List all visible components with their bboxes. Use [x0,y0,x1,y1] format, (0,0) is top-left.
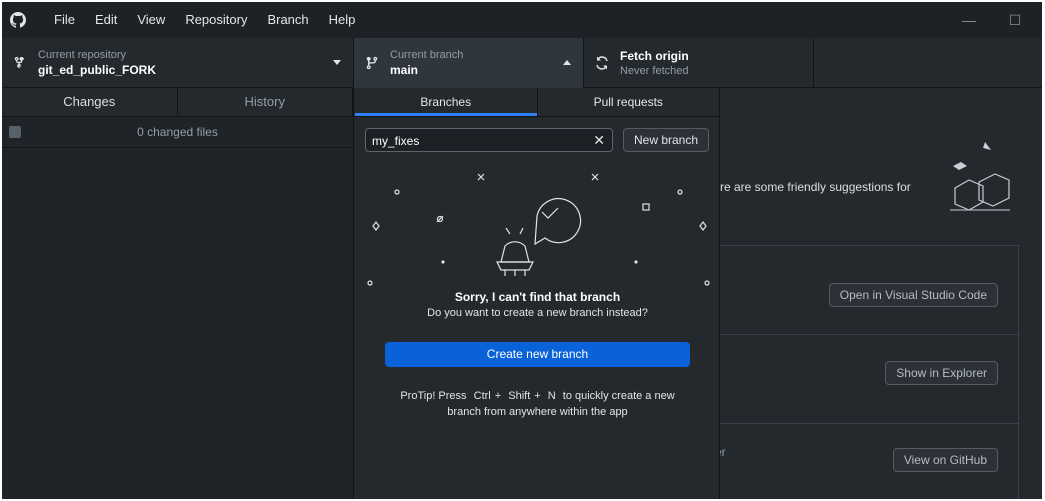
menu-view[interactable]: View [127,2,175,38]
app-window: File Edit View Repository Branch Help — … [2,2,1042,499]
fetch-status: Never fetched [620,65,689,77]
sidebar: Changes History 0 changed files [2,88,354,499]
fetch-title: Fetch origin [620,49,689,63]
protip-middle: to quickly create a new [562,390,675,402]
boxes-illustration-icon [950,142,1010,211]
protip-prefix: ProTip! Press [400,390,467,402]
protip-line2: branch from anywhere within the app [447,406,628,418]
menu-edit[interactable]: Edit [85,2,127,38]
menu-help[interactable]: Help [319,2,366,38]
popover-tabs: Branches Pull requests [355,88,719,117]
open-vscode-button[interactable]: Open in Visual Studio Code [828,283,998,307]
sync-icon [594,55,610,71]
github-logo-icon [10,12,26,28]
branch-filter-row: my_fixes ✕ New branch [365,128,710,154]
show-explorer-button[interactable]: Show in Explorer [885,361,998,385]
kbd-n: N [547,390,556,402]
changes-header: 0 changed files [2,117,353,148]
branch-icon [364,55,380,71]
protip: ProTip! Press Ctrl + Shift + N to quickly … [355,388,720,420]
suggestions-panel: Open in Visual Studio Code Show in Explo… [715,245,1019,499]
sidebar-tabs: Changes History [2,88,353,117]
empty-state-title: Sorry, I can't find that branch [454,290,621,304]
view-github-button[interactable]: View on GitHub [892,448,998,472]
empty-state-subtitle: Do you want to create a new branch inste… [427,307,648,319]
tab-history[interactable]: History [178,88,353,116]
current-branch-button[interactable]: Current branch main [354,38,584,88]
changed-files-count: 0 changed files [137,125,218,139]
repo-label: Current repository [38,49,127,61]
new-branch-button[interactable]: New branch [623,128,709,152]
suggestion-row: Open in Visual Studio Code [716,246,1018,335]
menu-branch[interactable]: Branch [257,2,318,38]
toolbar: Current repository git_ed_public_FORK Cu… [2,38,1042,88]
create-new-branch-button[interactable]: Create new branch [385,342,690,367]
tab-branches[interactable]: Branches [355,88,537,116]
suggestion-row: View on GitHub [716,424,1018,499]
kbd-shift: Shift [508,390,531,402]
chevron-down-icon [333,60,341,65]
suggestion-row: Show in Explorer [716,335,1018,424]
kbd-ctrl: Ctrl [473,390,491,402]
title-bar: File Edit View Repository Branch Help — … [2,2,1042,38]
current-repository-button[interactable]: Current repository git_ed_public_FORK [2,38,354,88]
branch-filter-input[interactable]: my_fixes ✕ [365,128,613,152]
branch-popover: Branches Pull requests my_fixes ✕ New br… [355,88,720,499]
chevron-up-icon [563,60,571,65]
suggestions-text: re are some friendly suggestions for [720,180,911,194]
maximize-button[interactable]: ☐ [992,2,1038,38]
repo-name: git_ed_public_FORK [38,63,157,77]
kbd-plus: + [534,390,541,402]
filter-value: my_fixes [372,134,420,148]
fetch-origin-button[interactable]: Fetch origin Never fetched [584,38,814,88]
menu-file[interactable]: File [44,2,85,38]
tab-changes[interactable]: Changes [2,88,178,116]
no-branches-illustration-icon [367,173,710,286]
minimize-button[interactable]: — [946,2,992,38]
tab-pull-requests[interactable]: Pull requests [536,88,720,116]
menu-repository[interactable]: Repository [175,2,257,38]
clear-icon[interactable]: ✕ [593,132,605,149]
branch-name: main [390,63,419,77]
repo-icon [12,55,28,71]
branch-label: Current branch [390,49,464,61]
kbd-plus: + [494,390,502,402]
